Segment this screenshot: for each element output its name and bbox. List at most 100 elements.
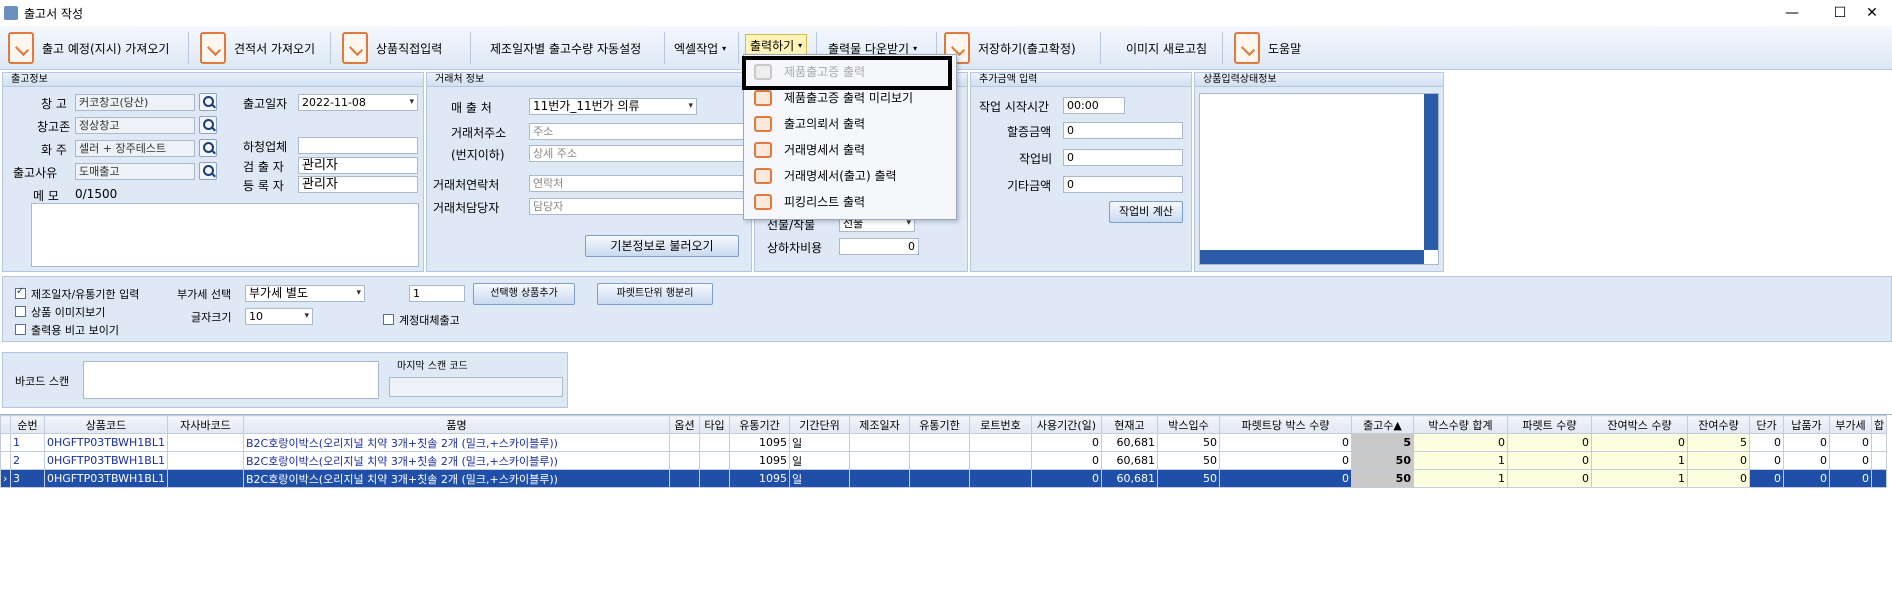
table-cell[interactable]: [848, 451, 910, 470]
table-cell[interactable]: [968, 451, 1032, 470]
table-cell[interactable]: 0: [1828, 451, 1872, 470]
column-header[interactable]: 자사바코드: [166, 415, 244, 434]
column-header[interactable]: 박스입수: [1156, 415, 1220, 434]
column-header[interactable]: 제조일자: [848, 415, 910, 434]
column-header[interactable]: 기간단위: [788, 415, 850, 434]
table-cell[interactable]: 1: [10, 433, 45, 452]
table-cell[interactable]: 0: [1828, 469, 1872, 488]
start-time-field[interactable]: 00:00: [1063, 97, 1125, 114]
table-cell[interactable]: 50: [1156, 451, 1220, 470]
minimize-button[interactable]: —: [1772, 2, 1812, 24]
column-header[interactable]: 잔여수량: [1686, 415, 1750, 434]
table-cell[interactable]: [848, 469, 910, 488]
column-header[interactable]: 잔여박스 수량: [1590, 415, 1688, 434]
replace-checkbox[interactable]: [383, 314, 394, 325]
print-menu-item[interactable]: 거래명세서 출력: [744, 137, 956, 163]
address-field[interactable]: 주소: [529, 123, 747, 140]
table-row[interactable]: 2 0HGFTP03TBWH1BL1 B2C호랑이박스(오리지널 치약 3개+칫솔 …: [0, 451, 1888, 470]
table-cell[interactable]: 0: [1782, 451, 1830, 470]
mfg-checkbox[interactable]: [15, 286, 26, 299]
inspector-field[interactable]: 관리자: [298, 157, 418, 174]
table-cell[interactable]: 0: [1828, 433, 1872, 452]
date-picker[interactable]: 2022-11-08: [298, 94, 418, 111]
table-cell[interactable]: [968, 469, 1032, 488]
column-header[interactable]: 현재고: [1100, 415, 1158, 434]
work-field[interactable]: 0: [1063, 149, 1183, 166]
table-cell[interactable]: [968, 433, 1032, 452]
qty-stepper[interactable]: 1: [409, 285, 465, 302]
print-menu-item[interactable]: 피킹리스트 출력: [744, 189, 956, 215]
table-cell[interactable]: 0: [1686, 469, 1750, 488]
column-header[interactable]: 유통기한: [908, 415, 970, 434]
search-icon[interactable]: [199, 93, 217, 111]
direct-input-button[interactable]: 상품직접입력: [342, 30, 442, 66]
print-menu-item[interactable]: 출고의뢰서 출력: [744, 111, 956, 137]
owner-field[interactable]: 셀러 + 장주테스트: [75, 140, 195, 157]
calc-work-button[interactable]: 작업비 계산: [1109, 201, 1183, 223]
column-header[interactable]: 순번: [10, 415, 45, 434]
table-cell[interactable]: 0: [1506, 451, 1592, 470]
table-cell[interactable]: 50: [1156, 433, 1220, 452]
column-header[interactable]: 납품가: [1782, 415, 1830, 434]
table-cell[interactable]: 0: [1218, 433, 1352, 452]
column-header[interactable]: 로트번호: [968, 415, 1032, 434]
registrar-field[interactable]: 관리자: [298, 176, 418, 193]
table-cell[interactable]: 0: [1218, 451, 1352, 470]
table-cell[interactable]: [698, 469, 730, 488]
table-cell[interactable]: B2C호랑이박스(오리지널 치약 3개+칫솔 2개 (밀크,+스카이블루)): [242, 433, 670, 452]
column-header[interactable]: 파렛트당 박스 수량: [1218, 415, 1352, 434]
table-cell[interactable]: 50: [1350, 451, 1414, 470]
column-header[interactable]: 단가: [1748, 415, 1784, 434]
extra-field[interactable]: 0: [839, 238, 919, 255]
table-cell[interactable]: [848, 433, 910, 452]
barcode-input[interactable]: [83, 361, 379, 399]
table-cell[interactable]: 1095: [728, 451, 790, 470]
table-cell[interactable]: 0HGFTP03TBWH1BL1: [44, 469, 168, 488]
table-cell[interactable]: [698, 451, 730, 470]
table-row[interactable]: › 3 0HGFTP03TBWH1BL1 B2C호랑이박스(오리지널 치약 3개+칫솔…: [0, 469, 1888, 488]
vertical-scrollbar[interactable]: [1424, 94, 1438, 250]
table-cell[interactable]: 일: [788, 451, 850, 470]
image-checkbox[interactable]: [15, 306, 26, 317]
table-cell[interactable]: 1095: [728, 469, 790, 488]
table-cell[interactable]: 0: [1030, 433, 1102, 452]
table-cell[interactable]: B2C호랑이박스(오리지널 치약 3개+칫솔 2개 (밀크,+스카이블루)): [242, 451, 670, 470]
address2-field[interactable]: 상세 주소: [529, 145, 747, 162]
table-cell[interactable]: 1: [1590, 451, 1688, 470]
table-cell[interactable]: [166, 469, 244, 488]
table-cell[interactable]: [1870, 469, 1888, 488]
excel-menu-button[interactable]: 엑셀작업 ▾: [674, 30, 726, 66]
auto-qty-button[interactable]: 제조일자별 출고수량 자동설정: [490, 30, 641, 66]
compare-checkbox[interactable]: [15, 324, 26, 335]
column-header[interactable]: 옵션: [668, 415, 700, 434]
contact-field[interactable]: 연락처: [529, 175, 747, 192]
table-cell[interactable]: 1: [1412, 469, 1508, 488]
table-cell[interactable]: 0: [1782, 469, 1830, 488]
print-menu-button[interactable]: 출력하기 ▾: [745, 34, 808, 56]
print-menu-item[interactable]: 거래명세서(출고) 출력: [744, 163, 956, 189]
table-cell[interactable]: 50: [1350, 469, 1414, 488]
table-cell[interactable]: 0: [1030, 469, 1102, 488]
table-cell[interactable]: 1095: [728, 433, 790, 452]
vat-select[interactable]: 부가세 별도: [245, 285, 365, 302]
table-cell[interactable]: 0: [1030, 451, 1102, 470]
column-header[interactable]: 출고수▲: [1350, 415, 1414, 434]
reason-field[interactable]: 도매출고: [75, 163, 195, 180]
table-cell[interactable]: 60,681: [1100, 469, 1158, 488]
table-cell[interactable]: [1870, 451, 1888, 470]
table-cell[interactable]: 0: [1748, 451, 1784, 470]
column-header[interactable]: 상품코드: [44, 415, 168, 434]
table-cell[interactable]: [668, 451, 700, 470]
table-cell[interactable]: 0: [1412, 433, 1508, 452]
column-header[interactable]: 사용기간(일): [1030, 415, 1102, 434]
column-header[interactable]: 타입: [698, 415, 730, 434]
table-cell[interactable]: 0: [1506, 433, 1592, 452]
save-button[interactable]: 저장하기(출고확정): [944, 30, 1076, 66]
table-cell[interactable]: [166, 433, 244, 452]
import-plan-button[interactable]: 출고 예정(지시) 가져오기: [8, 30, 169, 66]
column-header[interactable]: 품명: [242, 415, 670, 434]
table-cell[interactable]: [166, 451, 244, 470]
subcontract-field[interactable]: [298, 137, 418, 154]
table-cell[interactable]: [698, 433, 730, 452]
table-cell[interactable]: [1870, 433, 1888, 452]
